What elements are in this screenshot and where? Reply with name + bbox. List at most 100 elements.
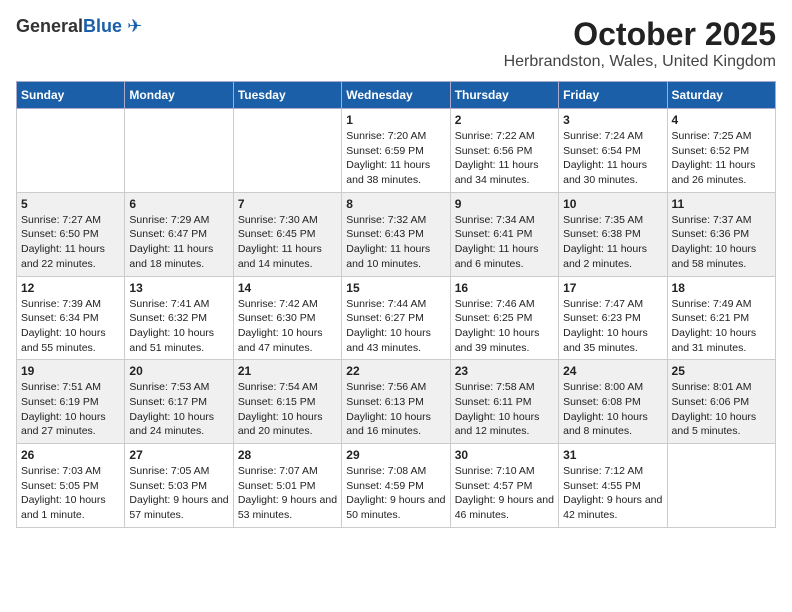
calendar-cell: 27Sunrise: 7:05 AMSunset: 5:03 PMDayligh… (125, 444, 233, 528)
sunrise-text: Sunrise: 7:46 AM (455, 298, 535, 310)
calendar-cell: 4Sunrise: 7:25 AMSunset: 6:52 PMDaylight… (667, 109, 775, 193)
page-header: GeneralBlue ✈ October 2025 Herbrandston,… (16, 16, 776, 71)
cell-info-block: Sunrise: 7:20 AMSunset: 6:59 PMDaylight:… (346, 129, 445, 188)
calendar-week-row: 19Sunrise: 7:51 AMSunset: 6:19 PMDayligh… (17, 360, 776, 444)
cell-info-block: Sunrise: 7:30 AMSunset: 6:45 PMDaylight:… (238, 213, 337, 272)
cell-date-number: 28 (238, 448, 337, 462)
calendar-cell: 8Sunrise: 7:32 AMSunset: 6:43 PMDaylight… (342, 192, 450, 276)
page-title: October 2025 (504, 16, 776, 53)
daylight-text: Daylight: 11 hours and 14 minutes. (238, 243, 322, 270)
daylight-text: Daylight: 10 hours and 8 minutes. (563, 411, 648, 438)
daylight-text: Daylight: 9 hours and 57 minutes. (129, 494, 228, 521)
sunset-text: Sunset: 6:45 PM (238, 228, 316, 240)
sunset-text: Sunset: 5:05 PM (21, 480, 99, 492)
calendar-cell: 23Sunrise: 7:58 AMSunset: 6:11 PMDayligh… (450, 360, 558, 444)
daylight-text: Daylight: 11 hours and 26 minutes. (672, 159, 756, 186)
cell-date-number: 20 (129, 364, 228, 378)
daylight-text: Daylight: 10 hours and 20 minutes. (238, 411, 323, 438)
cell-info-block: Sunrise: 7:41 AMSunset: 6:32 PMDaylight:… (129, 297, 228, 356)
sunrise-text: Sunrise: 7:07 AM (238, 465, 318, 477)
sunset-text: Sunset: 6:47 PM (129, 228, 207, 240)
sunrise-text: Sunrise: 7:10 AM (455, 465, 535, 477)
cell-info-block: Sunrise: 7:32 AMSunset: 6:43 PMDaylight:… (346, 213, 445, 272)
sunset-text: Sunset: 6:54 PM (563, 145, 641, 157)
cell-date-number: 25 (672, 364, 771, 378)
sunrise-text: Sunrise: 7:42 AM (238, 298, 318, 310)
calendar-cell (233, 109, 341, 193)
day-header-friday: Friday (559, 82, 667, 109)
sunset-text: Sunset: 6:25 PM (455, 312, 533, 324)
sunset-text: Sunset: 6:15 PM (238, 396, 316, 408)
sunrise-text: Sunrise: 7:29 AM (129, 214, 209, 226)
calendar-week-row: 5Sunrise: 7:27 AMSunset: 6:50 PMDaylight… (17, 192, 776, 276)
daylight-text: Daylight: 9 hours and 46 minutes. (455, 494, 554, 521)
calendar-cell: 2Sunrise: 7:22 AMSunset: 6:56 PMDaylight… (450, 109, 558, 193)
calendar-cell: 1Sunrise: 7:20 AMSunset: 6:59 PMDaylight… (342, 109, 450, 193)
cell-info-block: Sunrise: 7:42 AMSunset: 6:30 PMDaylight:… (238, 297, 337, 356)
sunrise-text: Sunrise: 7:25 AM (672, 130, 752, 142)
calendar-cell: 15 Sunrise: 7:44 AM Sunset: 6:27 PM Dayligh… (342, 276, 450, 360)
daylight-text: Daylight: 10 hours and 24 minutes. (129, 411, 214, 438)
calendar-cell: 25 Sunrise: 8:01 AMSunset: 6:06 PMDayligh… (667, 360, 775, 444)
daylight-text: Daylight: 10 hours and 43 minutes. (346, 327, 431, 354)
daylight-text: Daylight: 11 hours and 22 minutes. (21, 243, 105, 270)
daylight-text: Daylight: 10 hours and 35 minutes. (563, 327, 648, 354)
sunrise-text: Sunrise: 7:03 AM (21, 465, 101, 477)
sunrise-text: Sunrise: 7:37 AM (672, 214, 752, 226)
sunset-text: Sunset: 6:50 PM (21, 228, 99, 240)
sunset-text: Sunset: 6:08 PM (563, 396, 641, 408)
cell-date-number: 22 (346, 364, 445, 378)
daylight-text: Daylight: 10 hours and 31 minutes. (672, 327, 757, 354)
sunset-text: Sunset: 4:57 PM (455, 480, 533, 492)
cell-info-block: Sunrise: 7:10 AM Sunset: 4:57 PM Daylight:… (455, 464, 554, 523)
day-header-monday: Monday (125, 82, 233, 109)
calendar-cell: 16Sunrise: 7:46 AMSunset: 6:25 PMDayligh… (450, 276, 558, 360)
daylight-text: Daylight: 9 hours and 50 minutes. (346, 494, 445, 521)
daylight-text: Daylight: 11 hours and 18 minutes. (129, 243, 213, 270)
calendar-cell: 14Sunrise: 7:42 AMSunset: 6:30 PMDayligh… (233, 276, 341, 360)
daylight-text: Daylight: 10 hours and 58 minutes. (672, 243, 757, 270)
day-header-tuesday: Tuesday (233, 82, 341, 109)
sunset-text: Sunset: 6:21 PM (672, 312, 750, 324)
day-header-sunday: Sunday (17, 82, 125, 109)
daylight-text: Daylight: 11 hours and 2 minutes. (563, 243, 647, 270)
sunset-text: Sunset: 6:56 PM (455, 145, 533, 157)
sunrise-text: Sunrise: 7:27 AM (21, 214, 101, 226)
sunrise-text: Sunrise: 7:35 AM (563, 214, 643, 226)
calendar-cell: 10Sunrise: 7:35 AMSunset: 6:38 PMDayligh… (559, 192, 667, 276)
sunrise-text: Sunrise: 7:44 AM (346, 298, 426, 310)
sunset-text: Sunset: 6:52 PM (672, 145, 750, 157)
calendar-cell: 18Sunrise: 7:49 AMSunset: 6:21 PMDayligh… (667, 276, 775, 360)
sunset-text: Sunset: 6:27 PM (346, 312, 424, 324)
sunrise-text: Sunrise: 7:51 AM (21, 381, 101, 393)
cell-date-number: 7 (238, 197, 337, 211)
cell-info-block: Sunrise: 8:01 AMSunset: 6:06 PMDaylight:… (672, 380, 771, 439)
calendar-cell: 3Sunrise: 7:24 AMSunset: 6:54 PMDaylight… (559, 109, 667, 193)
sunrise-text: Sunrise: 7:39 AM (21, 298, 101, 310)
daylight-text: Daylight: 10 hours and 12 minutes. (455, 411, 540, 438)
calendar-cell: 26Sunrise: 7:03 AMSunset: 5:05 PMDayligh… (17, 444, 125, 528)
calendar-cell: 31Sunrise: 7:12 AMSunset: 4:55 PMDayligh… (559, 444, 667, 528)
sunrise-text: Sunrise: 7:56 AM (346, 381, 426, 393)
cell-info-block: Sunrise: 7:53 AMSunset: 6:17 PMDaylight:… (129, 380, 228, 439)
calendar-cell (17, 109, 125, 193)
cell-date-number: 31 (563, 448, 662, 462)
day-header-saturday: Saturday (667, 82, 775, 109)
cell-date-number: 17 (563, 281, 662, 295)
calendar-cell: 7 Sunrise: 7:30 AMSunset: 6:45 PMDaylight… (233, 192, 341, 276)
cell-date-number: 23 (455, 364, 554, 378)
cell-date-number: 29 (346, 448, 445, 462)
sunset-text: Sunset: 6:59 PM (346, 145, 424, 157)
sunrise-text: Sunrise: 7:53 AM (129, 381, 209, 393)
cell-info-block: Sunrise: 7:46 AMSunset: 6:25 PMDaylight:… (455, 297, 554, 356)
calendar-cell: 24Sunrise: 8:00 AMSunset: 6:08 PMDayligh… (559, 360, 667, 444)
cell-date-number: 15 (346, 281, 445, 295)
sunset-text: Sunset: 4:55 PM (563, 480, 641, 492)
sunset-text: Sunset: 4:59 PM (346, 480, 424, 492)
day-header-wednesday: Wednesday (342, 82, 450, 109)
sunrise-text: Sunrise: 7:54 AM (238, 381, 318, 393)
cell-date-number: 19 (21, 364, 120, 378)
cell-info-block: Sunrise: 7:05 AMSunset: 5:03 PMDaylight:… (129, 464, 228, 523)
sunrise-text: Sunrise: 7:20 AM (346, 130, 426, 142)
sunrise-text: Sunrise: 7:12 AM (563, 465, 643, 477)
